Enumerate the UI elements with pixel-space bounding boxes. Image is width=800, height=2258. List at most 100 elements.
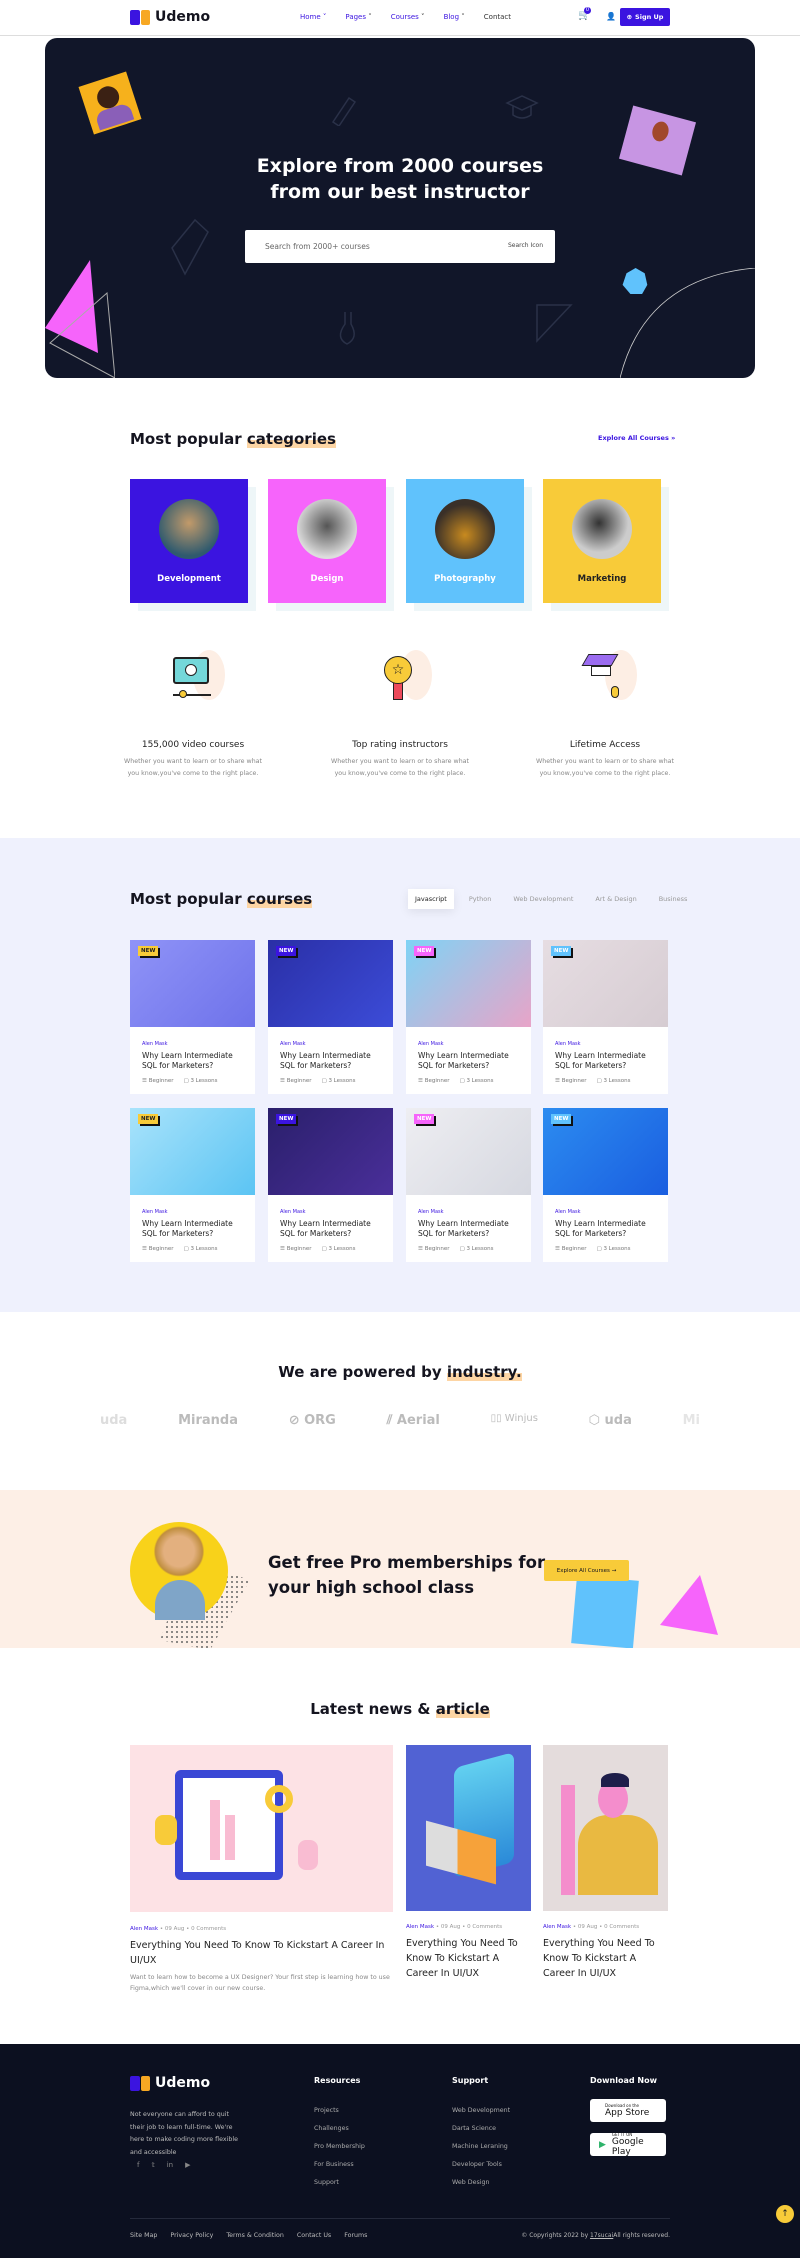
bars-icon: ☰	[280, 1246, 287, 1252]
facebook-icon[interactable]: f	[137, 2161, 139, 2169]
nav-pages[interactable]: Pages ˅	[345, 13, 371, 21]
course-card[interactable]: NEW Alen Mask Why Learn Intermediate SQL…	[130, 1108, 255, 1262]
course-author[interactable]: Alen Mask	[555, 1209, 656, 1215]
tab-art-design[interactable]: Art & Design	[588, 889, 643, 909]
course-card[interactable]: NEW Alen Mask Why Learn Intermediate SQL…	[406, 1108, 531, 1262]
new-badge: NEW	[551, 1114, 572, 1124]
news-card[interactable]: Alen Mask • 09 Aug • 0 Comments Everythi…	[406, 1745, 531, 1981]
category-card-marketing[interactable]: Marketing	[543, 479, 661, 603]
course-author[interactable]: Alen Mask	[280, 1209, 381, 1215]
course-title[interactable]: Why Learn Intermediate SQL for Marketers…	[555, 1051, 656, 1071]
footer-link[interactable]: Challenges	[314, 2125, 365, 2132]
app-store-button[interactable]: Download on the App Store	[590, 2099, 666, 2122]
course-author[interactable]: Alen Mask	[555, 1041, 656, 1047]
course-author[interactable]: Alen Mask	[142, 1209, 243, 1215]
explore-all-link[interactable]: Explore All Courses »	[598, 434, 675, 442]
footer-link[interactable]: Contact Us	[297, 2232, 331, 2239]
nav-courses[interactable]: Courses ˅	[391, 13, 425, 21]
cta-title: Get free Pro memberships for your high sc…	[268, 1553, 546, 1597]
logo-org: ⊘ ORG	[288, 1413, 336, 1428]
courses-title: Most popular courses	[130, 890, 313, 908]
course-level: ☰ Beginner	[555, 1246, 587, 1252]
category-card-development[interactable]: Development	[130, 479, 248, 603]
category-card-design[interactable]: Design	[268, 479, 386, 603]
course-card[interactable]: NEW Alen Mask Why Learn Intermediate SQL…	[130, 940, 255, 1094]
course-lessons: ▢ 3 Lessons	[183, 1078, 218, 1084]
footer-brand-logo[interactable]: Udemo	[130, 2075, 210, 2091]
category-card-photography[interactable]: Photography	[406, 479, 524, 603]
industry-title: We are powered by industry.	[278, 1363, 522, 1381]
sign-up-button[interactable]: ⊕ Sign Up	[620, 8, 670, 26]
tab-javascript[interactable]: Javascript	[408, 889, 454, 909]
footer-link[interactable]: Privacy Policy	[170, 2232, 213, 2239]
course-card[interactable]: NEW Alen Mask Why Learn Intermediate SQL…	[543, 1108, 668, 1262]
nav-contact[interactable]: Contact	[484, 13, 511, 21]
course-title[interactable]: Why Learn Intermediate SQL for Marketers…	[280, 1219, 381, 1239]
footer-link[interactable]: Forums	[344, 2232, 367, 2239]
footer-link[interactable]: Web Design	[452, 2179, 510, 2186]
student-photo-yellow	[78, 71, 142, 135]
copyright-link[interactable]: 17sucai	[590, 2232, 613, 2239]
popular-courses-section	[0, 838, 800, 1312]
footer-link[interactable]: For Business	[314, 2161, 365, 2168]
logo-miranda-partial: Mi	[682, 1413, 700, 1428]
footer-link[interactable]: Darta Science	[452, 2125, 510, 2132]
category-photo	[435, 499, 495, 559]
google-play-button[interactable]: ▶ GET IT ON Google Play	[590, 2132, 666, 2157]
user-icon[interactable]: 👤	[606, 12, 616, 21]
news-image-phone-user	[543, 1745, 668, 1911]
course-author[interactable]: Alen Mask	[418, 1041, 519, 1047]
linkedin-icon[interactable]: in	[167, 2161, 173, 2169]
footer-link[interactable]: Site Map	[130, 2232, 157, 2239]
footer-link[interactable]: Terms & Condition	[226, 2232, 284, 2239]
course-title[interactable]: Why Learn Intermediate SQL for Marketers…	[555, 1219, 656, 1239]
course-thumbnail: NEW	[130, 1108, 255, 1195]
copyright: © Copyrights 2022 by 17sucaiAll rights r…	[521, 2232, 670, 2239]
explore-courses-button[interactable]: Explore All Courses →	[544, 1560, 629, 1581]
footer-link[interactable]: Machine Leraning	[452, 2143, 510, 2150]
course-lessons: ▢ 3 Lessons	[459, 1246, 494, 1252]
course-card[interactable]: NEW Alen Mask Why Learn Intermediate SQL…	[543, 940, 668, 1094]
tab-web-development[interactable]: Web Development	[506, 889, 580, 909]
course-thumbnail: NEW	[268, 940, 393, 1027]
footer-link[interactable]: Projects	[314, 2107, 365, 2114]
tab-business[interactable]: Business	[652, 889, 695, 909]
scroll-to-top-button[interactable]: ↑	[776, 2205, 794, 2223]
course-title[interactable]: Why Learn Intermediate SQL for Marketers…	[280, 1051, 381, 1071]
course-author[interactable]: Alen Mask	[418, 1209, 519, 1215]
hero-banner: Explore from 2000 courses from our best i…	[45, 38, 755, 378]
new-badge: NEW	[138, 946, 159, 956]
new-badge: NEW	[551, 946, 572, 956]
youtube-icon[interactable]: ▶	[185, 2161, 190, 2169]
pencil-icon	[331, 96, 357, 126]
course-author[interactable]: Alen Mask	[280, 1041, 381, 1047]
course-title[interactable]: Why Learn Intermediate SQL for Marketers…	[142, 1051, 243, 1071]
footer-support: Support Web Development Darta Science Mach…	[452, 2076, 511, 2186]
footer-link[interactable]: Web Development	[452, 2107, 510, 2114]
course-lessons: ▢ 3 Lessons	[596, 1246, 631, 1252]
search-icon[interactable]: Search Icon	[508, 242, 543, 249]
news-card[interactable]: Alen Mask • 09 Aug • 0 Comments Everythi…	[130, 1745, 393, 1994]
nav-blog[interactable]: Blog ˅	[444, 13, 465, 21]
cart-icon[interactable]: 🛒 0	[578, 7, 591, 21]
footer-link[interactable]: Developer Tools	[452, 2161, 510, 2168]
course-card[interactable]: NEW Alen Mask Why Learn Intermediate SQL…	[268, 1108, 393, 1262]
footer-download: Download Now Download on the App Store ▶ G…	[590, 2076, 666, 2167]
course-author[interactable]: Alen Mask	[142, 1041, 243, 1047]
course-title[interactable]: Why Learn Intermediate SQL for Marketers…	[142, 1219, 243, 1239]
bars-icon: ☰	[555, 1078, 562, 1084]
footer-link[interactable]: Support	[314, 2179, 365, 2186]
nav-home[interactable]: Home ˅	[300, 13, 326, 21]
tab-python[interactable]: Python	[462, 889, 499, 909]
course-card[interactable]: NEW Alen Mask Why Learn Intermediate SQL…	[268, 940, 393, 1094]
course-search-input[interactable]: Search from 2000+ courses Search Icon	[245, 230, 555, 263]
course-title[interactable]: Why Learn Intermediate SQL for Marketers…	[418, 1219, 519, 1239]
brand-logo[interactable]: Udemo	[130, 9, 210, 25]
news-card[interactable]: Alen Mask • 09 Aug • 0 Comments Everythi…	[543, 1745, 668, 1981]
twitter-icon[interactable]: 𝕥	[151, 2161, 154, 2169]
course-title[interactable]: Why Learn Intermediate SQL for Marketers…	[418, 1051, 519, 1071]
course-card[interactable]: NEW Alen Mask Why Learn Intermediate SQL…	[406, 940, 531, 1094]
book-logo-icon	[130, 9, 150, 25]
new-badge: NEW	[138, 1114, 159, 1124]
footer-link[interactable]: Pro Membership	[314, 2143, 365, 2150]
